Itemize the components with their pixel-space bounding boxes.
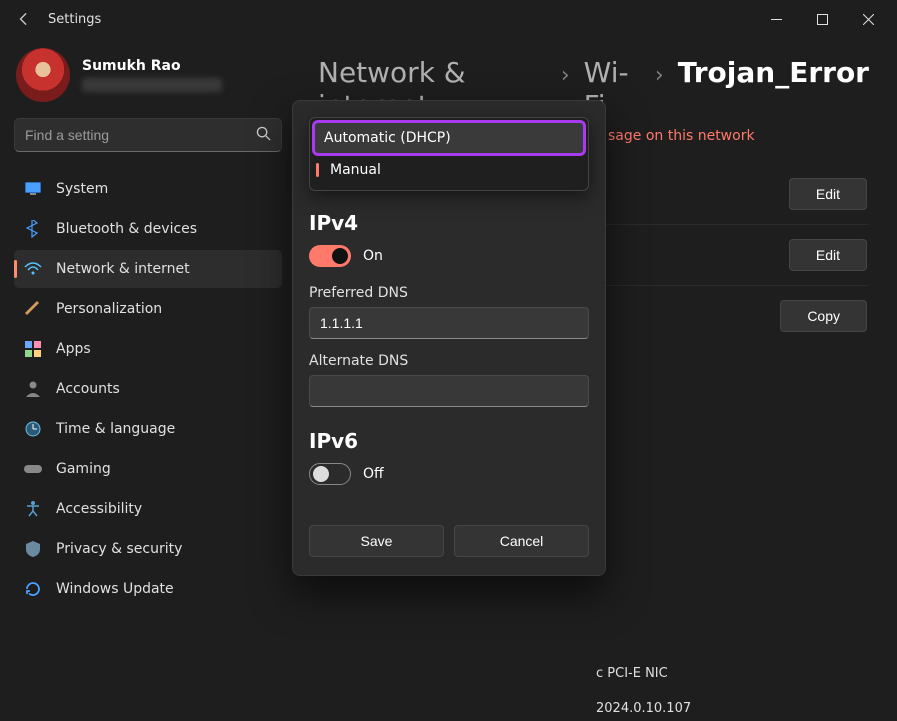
- maximize-button[interactable]: [799, 0, 845, 38]
- sidebar: Sumukh Rao System Bluetooth & devices Ne…: [0, 38, 290, 721]
- search-icon: [256, 126, 271, 145]
- arrow-left-icon: [17, 12, 31, 26]
- titlebar: Settings: [0, 0, 897, 38]
- back-button[interactable]: [6, 1, 42, 37]
- nav-list: System Bluetooth & devices Network & int…: [14, 170, 282, 608]
- sidebar-item-accessibility[interactable]: Accessibility: [14, 490, 282, 528]
- sidebar-item-system[interactable]: System: [14, 170, 282, 208]
- ipv4-toggle[interactable]: [309, 245, 351, 267]
- close-button[interactable]: [845, 0, 891, 38]
- sidebar-item-apps[interactable]: Apps: [14, 330, 282, 368]
- sidebar-item-accounts[interactable]: Accounts: [14, 370, 282, 408]
- sidebar-item-label: Network & internet: [56, 261, 190, 277]
- minimize-icon: [771, 14, 782, 25]
- sidebar-item-update[interactable]: Windows Update: [14, 570, 282, 608]
- window-controls: [753, 0, 891, 38]
- ipv6-toggle-state: Off: [363, 466, 384, 482]
- ipv6-heading: IPv6: [309, 429, 589, 453]
- ip-assignment-dropdown[interactable]: Automatic (DHCP) Manual: [309, 117, 589, 191]
- sidebar-item-bluetooth[interactable]: Bluetooth & devices: [14, 210, 282, 248]
- sidebar-item-label: Apps: [56, 341, 91, 357]
- brush-icon: [24, 300, 42, 318]
- sidebar-item-privacy[interactable]: Privacy & security: [14, 530, 282, 568]
- profile[interactable]: Sumukh Rao: [14, 48, 282, 102]
- driver-version: 2024.0.10.107: [596, 701, 691, 716]
- sidebar-item-label: Accessibility: [56, 501, 142, 517]
- ipv4-toggle-row: On: [309, 245, 589, 267]
- bluetooth-icon: [24, 220, 42, 238]
- ipv6-toggle-row: Off: [309, 463, 589, 485]
- sidebar-item-label: Windows Update: [56, 581, 174, 597]
- alternate-dns-input[interactable]: [309, 375, 589, 407]
- warning-text: sage on this network: [608, 128, 869, 144]
- apps-icon: [24, 340, 42, 358]
- sidebar-item-label: Time & language: [56, 421, 175, 437]
- shield-icon: [24, 540, 42, 558]
- copy-button[interactable]: Copy: [780, 300, 867, 332]
- person-icon: [24, 380, 42, 398]
- driver-label: [376, 701, 596, 716]
- dropdown-option-automatic[interactable]: Automatic (DHCP): [314, 122, 584, 154]
- save-button[interactable]: Save: [309, 525, 444, 557]
- minimize-button[interactable]: [753, 0, 799, 38]
- sidebar-item-label: Privacy & security: [56, 541, 182, 557]
- chevron-right-icon: ›: [561, 63, 570, 88]
- chevron-right-icon: ›: [655, 63, 664, 88]
- accessibility-icon: [24, 500, 42, 518]
- edit-button[interactable]: Edit: [789, 239, 867, 271]
- breadcrumb-ssid: Trojan_Error: [678, 56, 869, 89]
- sidebar-item-label: Gaming: [56, 461, 111, 477]
- sidebar-item-gaming[interactable]: Gaming: [14, 450, 282, 488]
- update-icon: [24, 580, 42, 598]
- ipv6-toggle[interactable]: [309, 463, 351, 485]
- dialog-button-row: Save Cancel: [309, 525, 589, 557]
- detail-row: c PCI-E NIC: [376, 656, 869, 691]
- window-title: Settings: [48, 12, 101, 27]
- avatar: [16, 48, 70, 102]
- detail-block: c PCI-E NIC 2024.0.10.107 Network band:: [376, 656, 869, 721]
- search-box[interactable]: [14, 118, 282, 152]
- preferred-dns-label: Preferred DNS: [309, 285, 589, 301]
- gamepad-icon: [24, 460, 42, 478]
- sidebar-item-personalization[interactable]: Personalization: [14, 290, 282, 328]
- sidebar-item-label: Accounts: [56, 381, 120, 397]
- sidebar-item-time[interactable]: Time & language: [14, 410, 282, 448]
- wifi-icon: [24, 260, 42, 278]
- dropdown-option-manual[interactable]: Manual: [314, 154, 584, 186]
- sidebar-item-label: Personalization: [56, 301, 162, 317]
- ip-settings-dialog: Automatic (DHCP) Manual IPv4 On Preferre…: [292, 100, 606, 576]
- alternate-dns-label: Alternate DNS: [309, 353, 589, 369]
- nic-value: c PCI-E NIC: [596, 666, 668, 681]
- search-input[interactable]: [25, 127, 256, 143]
- profile-email-blur: [82, 78, 222, 92]
- dropdown-option-label: Manual: [330, 162, 381, 178]
- sidebar-item-label: System: [56, 181, 108, 197]
- ipv4-heading: IPv4: [309, 211, 589, 235]
- sidebar-item-network[interactable]: Network & internet: [14, 250, 282, 288]
- nic-label: [376, 666, 596, 681]
- dropdown-option-label: Automatic (DHCP): [324, 130, 451, 146]
- sidebar-item-label: Bluetooth & devices: [56, 221, 197, 237]
- profile-name: Sumukh Rao: [82, 58, 222, 74]
- detail-row: 2024.0.10.107: [376, 691, 869, 721]
- close-icon: [863, 14, 874, 25]
- cancel-button[interactable]: Cancel: [454, 525, 589, 557]
- clock-icon: [24, 420, 42, 438]
- system-icon: [24, 180, 42, 198]
- edit-button[interactable]: Edit: [789, 178, 867, 210]
- ipv4-toggle-state: On: [363, 248, 383, 264]
- preferred-dns-input[interactable]: [309, 307, 589, 339]
- maximize-icon: [817, 14, 828, 25]
